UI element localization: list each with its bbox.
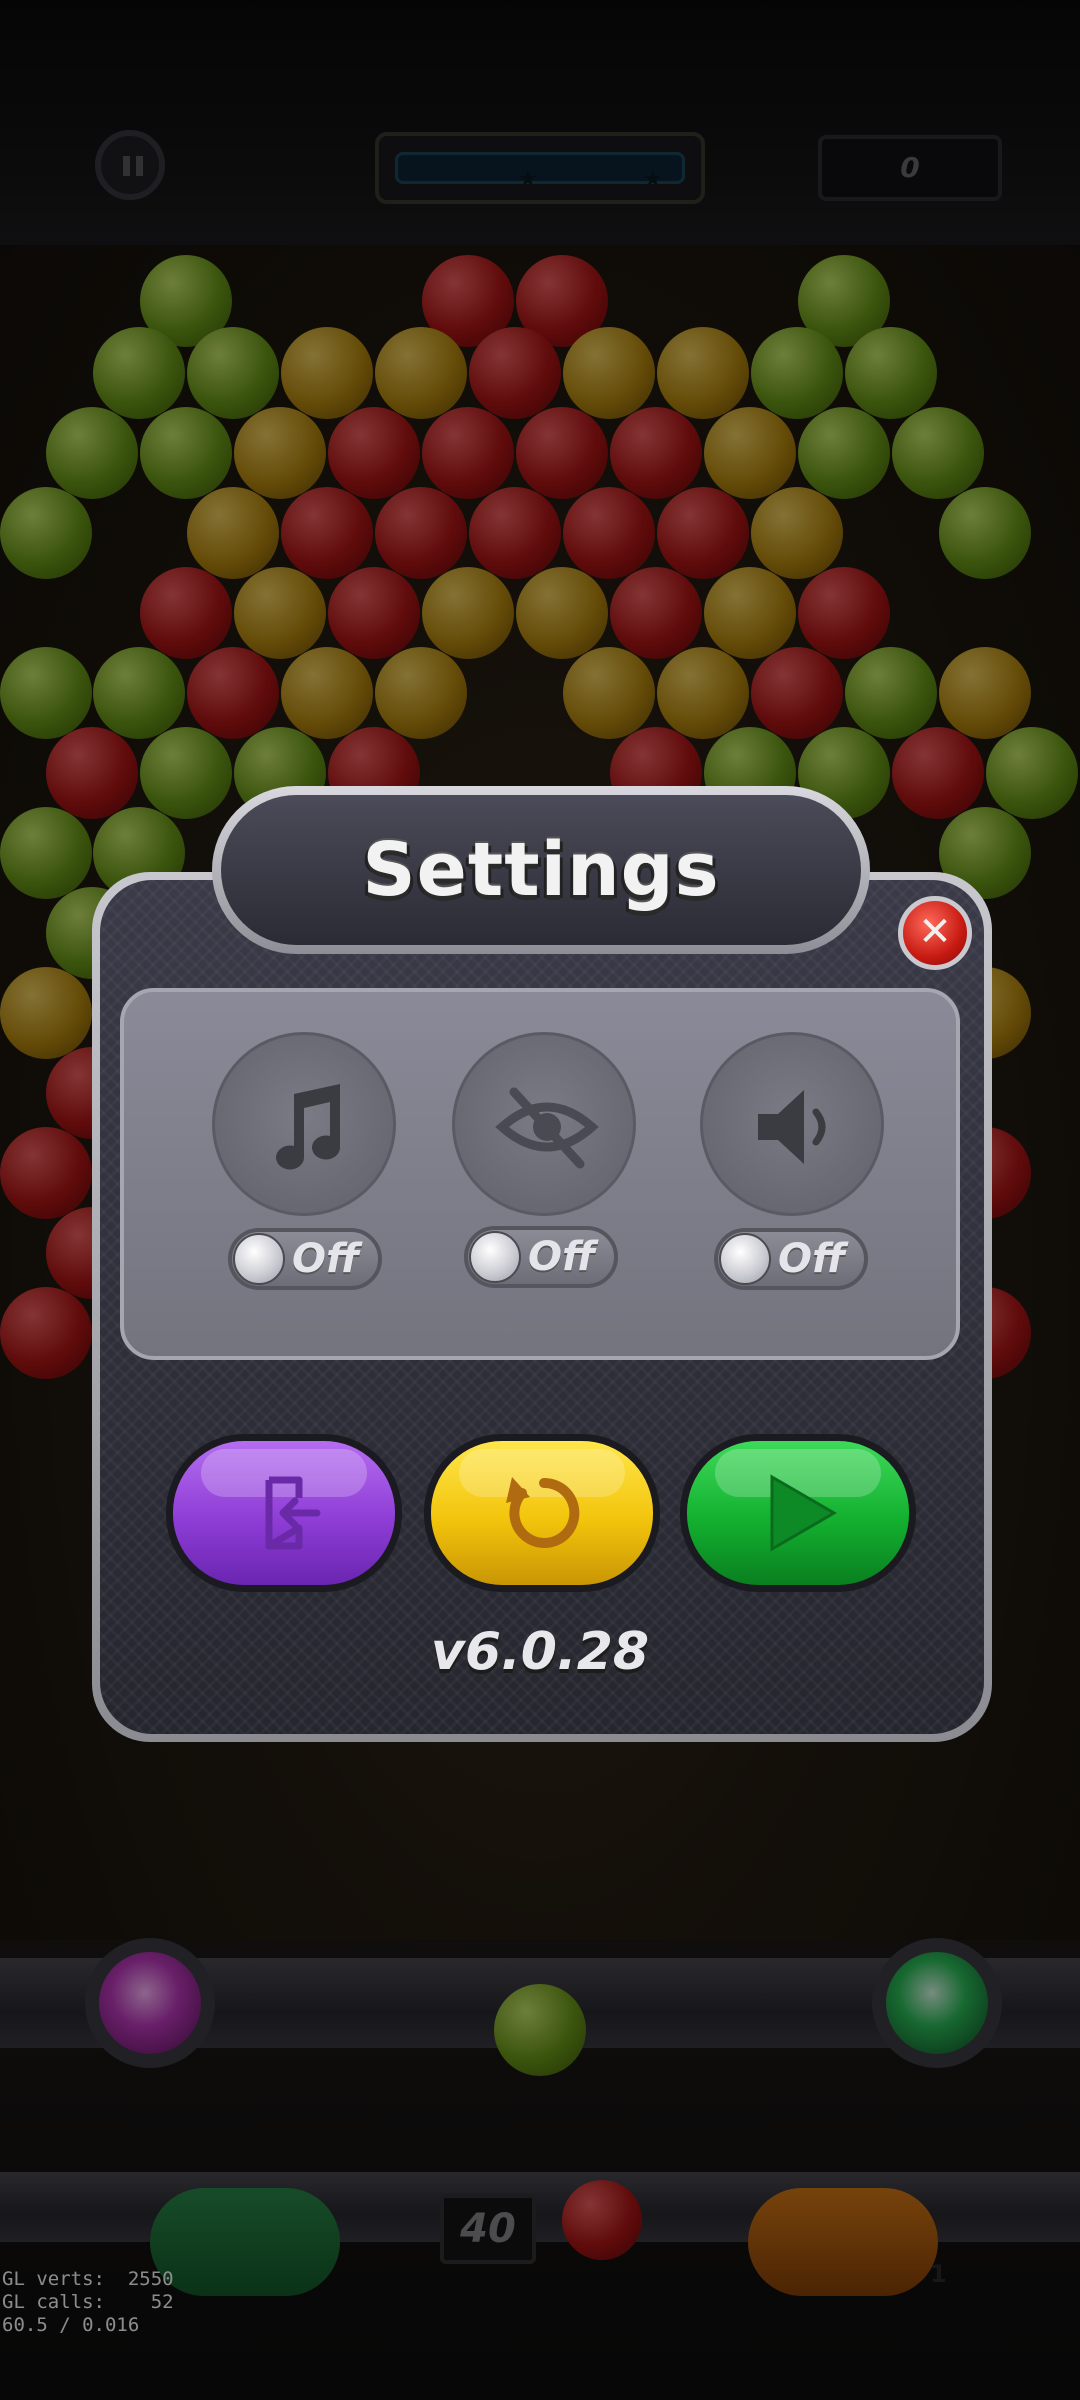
music-option[interactable] <box>212 1032 396 1216</box>
music-note-icon <box>276 1084 340 1170</box>
toggle-knob <box>469 1231 521 1283</box>
toggle-knob <box>233 1233 285 1285</box>
visibility-toggle-label: Off <box>528 1234 596 1280</box>
restart-icon <box>506 1477 580 1548</box>
close-button[interactable]: ✕ <box>898 896 972 970</box>
restart-button[interactable] <box>424 1434 660 1592</box>
speaker-icon <box>758 1090 826 1164</box>
sound-option[interactable] <box>700 1032 884 1216</box>
exit-icon <box>265 1476 321 1550</box>
sound-toggle[interactable]: Off <box>714 1228 868 1290</box>
settings-title-bar: Settings <box>212 786 870 954</box>
eye-off-icon <box>495 1087 599 1169</box>
play-button[interactable] <box>680 1434 916 1592</box>
close-icon: ✕ <box>918 909 952 955</box>
visibility-toggle[interactable]: Off <box>464 1226 618 1288</box>
settings-title-inner: Settings <box>221 795 861 945</box>
exit-button[interactable] <box>166 1434 402 1592</box>
dialog-title: Settings <box>362 827 720 913</box>
visibility-option[interactable] <box>452 1032 636 1216</box>
play-icon <box>770 1474 837 1552</box>
options-panel: Off Off Off <box>120 988 960 1360</box>
sound-toggle-label: Off <box>778 1236 846 1282</box>
toggle-knob <box>719 1233 771 1285</box>
music-toggle-label: Off <box>292 1236 360 1282</box>
music-toggle[interactable]: Off <box>228 1228 382 1290</box>
version-label: v6.0.28 <box>430 1622 650 1682</box>
